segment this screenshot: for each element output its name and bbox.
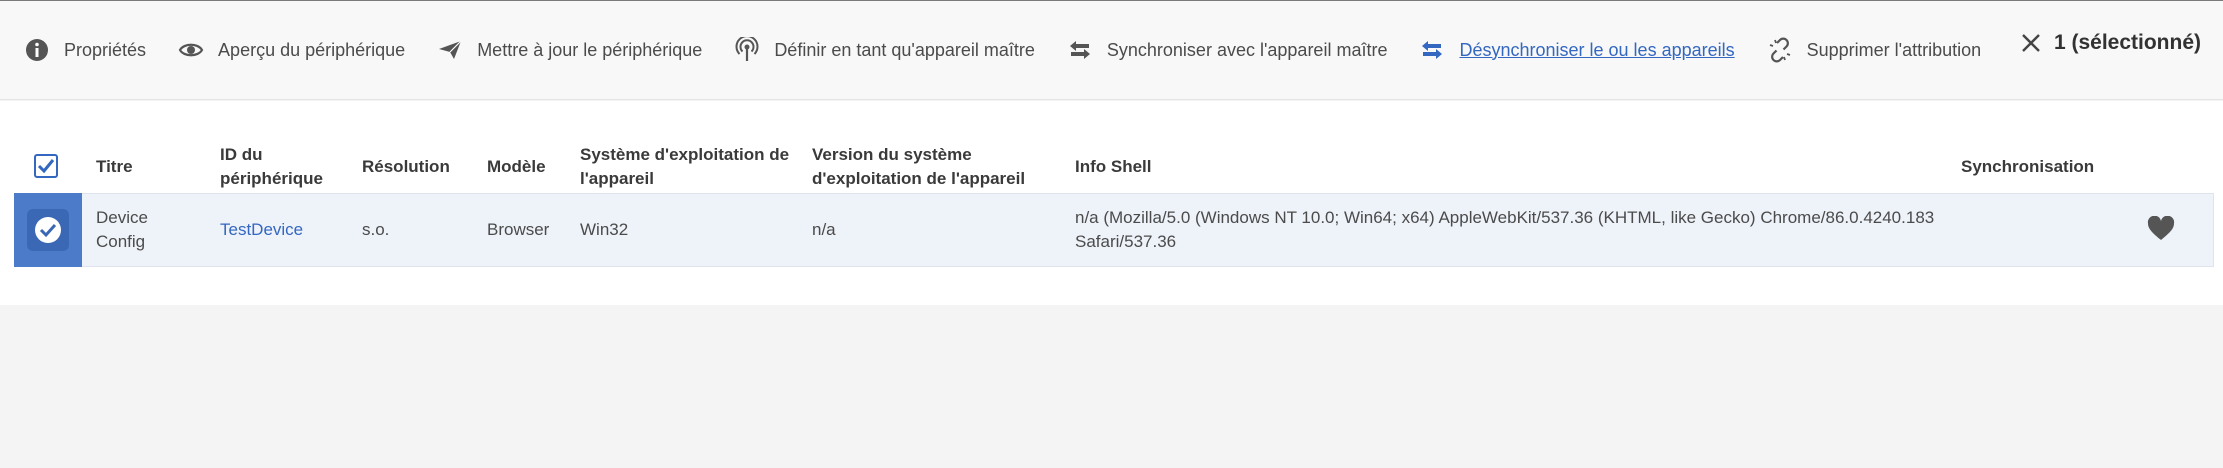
- header-device-id[interactable]: ID du périphérique: [220, 141, 323, 193]
- checkmark-circle-icon: [35, 217, 61, 243]
- unsync-arrows-icon: [1422, 41, 1443, 59]
- unsync-devices-label: Désynchroniser le ou les appareils: [1459, 39, 1735, 60]
- clear-selection-button[interactable]: 1 (sélectionné): [2020, 31, 2201, 55]
- select-all-checkbox[interactable]: [34, 154, 58, 178]
- device-preview-label: Aperçu du périphérique: [218, 39, 406, 60]
- cell-device-id-link[interactable]: TestDevice: [220, 193, 303, 267]
- send-icon: [439, 40, 462, 59]
- sync-with-master-label: Synchroniser avec l'appareil maître: [1106, 39, 1388, 60]
- unlink-icon: [1769, 37, 1790, 63]
- row-select-checkbox[interactable]: [14, 193, 82, 267]
- selection-count: 1 (sélectionné): [2053, 31, 2201, 54]
- cell-os: Win32: [580, 220, 629, 239]
- update-device-button[interactable]: Mettre à jour le périphérique: [437, 30, 702, 70]
- set-master-device-label: Définir en tant qu'appareil maître: [774, 39, 1035, 60]
- header-os[interactable]: Système d'exploitation de l'appareil: [580, 141, 789, 193]
- action-toolbar: Propriétés Aperçu du périphérique Mettre…: [0, 1, 2223, 100]
- remove-assignment-button[interactable]: Supprimer l'attribution: [1767, 30, 1982, 70]
- header-sync[interactable]: Synchronisation: [1961, 141, 2094, 193]
- header-model[interactable]: Modèle: [487, 141, 546, 193]
- eye-icon: [178, 43, 204, 57]
- empty-area: [0, 305, 2223, 468]
- cell-model: Browser: [487, 220, 550, 239]
- set-master-device-button[interactable]: Définir en tant qu'appareil maître: [734, 30, 1035, 70]
- sync-with-master-button[interactable]: Synchroniser avec l'appareil maître: [1067, 30, 1388, 70]
- properties-label: Propriétés: [64, 39, 147, 60]
- cell-shell-info: n/a (Mozilla/5.0 (Windows NT 10.0; Win64…: [1075, 208, 1935, 251]
- remove-assignment-label: Supprimer l'attribution: [1806, 39, 1982, 60]
- properties-button[interactable]: Propriétés: [24, 30, 146, 70]
- close-icon: [2022, 34, 2040, 52]
- unsync-devices-button[interactable]: Désynchroniser le ou les appareils: [1419, 30, 1735, 70]
- cell-os-version: n/a: [812, 220, 836, 239]
- sync-arrows-icon: [1069, 41, 1090, 59]
- heart-icon[interactable]: [2147, 216, 2175, 242]
- info-icon: [26, 39, 48, 61]
- cell-resolution: s.o.: [362, 220, 390, 239]
- cell-title: Device Config: [96, 208, 148, 251]
- header-shell-info[interactable]: Info Shell: [1075, 141, 1152, 193]
- header-resolution[interactable]: Résolution: [362, 141, 450, 193]
- broadcast-icon: [735, 37, 759, 61]
- device-table: Titre ID du périphérique Résolution Modèl…: [0, 101, 2223, 305]
- header-title[interactable]: Titre: [96, 141, 133, 193]
- header-os-version[interactable]: Version du système d'exploitation de l'ap…: [812, 141, 1025, 193]
- device-preview-button[interactable]: Aperçu du périphérique: [178, 30, 405, 70]
- update-device-label: Mettre à jour le périphérique: [477, 39, 703, 60]
